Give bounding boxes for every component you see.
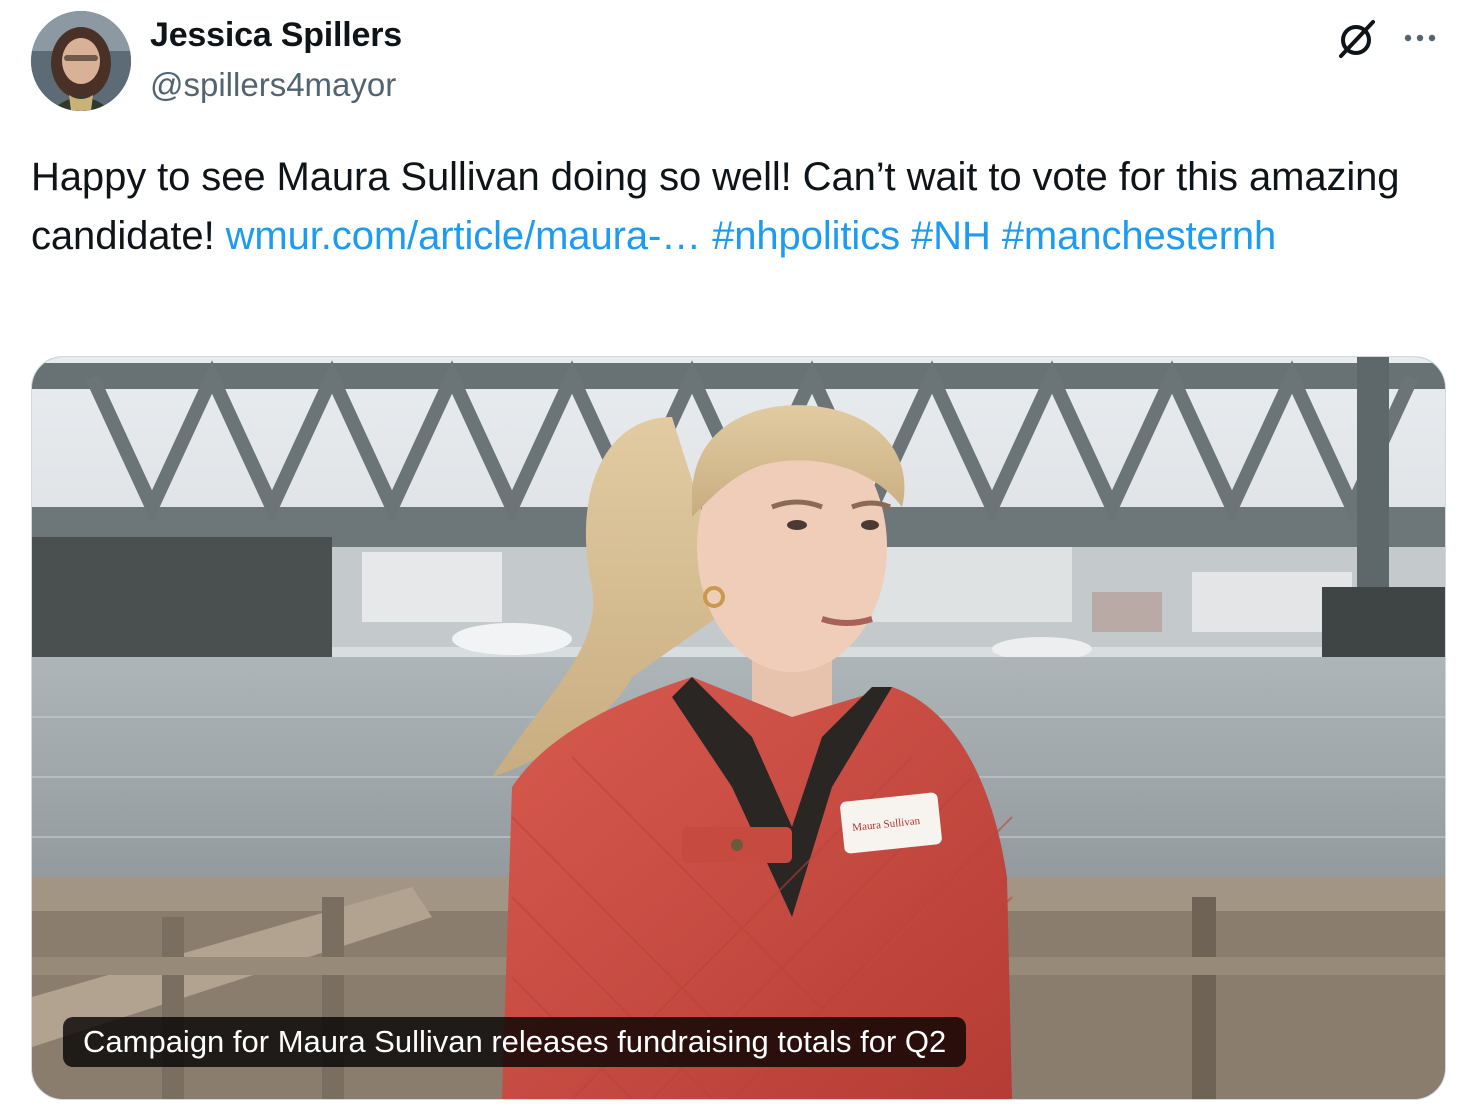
video-thumbnail: Maura Sullivan	[32, 357, 1445, 1099]
hashtag-link[interactable]: #NH	[911, 214, 991, 258]
more-options-icon[interactable]	[1398, 20, 1442, 56]
avatar-portrait	[31, 11, 131, 111]
article-link[interactable]: wmur.com/article/maura-…	[226, 214, 702, 258]
tweet-text-segment	[900, 214, 911, 258]
author-avatar[interactable]	[31, 11, 131, 111]
video-caption: Campaign for Maura Sullivan releases fun…	[63, 1017, 967, 1067]
author-handle[interactable]: @spillers4mayor	[150, 66, 396, 104]
tweet-text-segment	[701, 214, 712, 258]
tweet-text: Happy to see Maura Sullivan doing so wel…	[31, 148, 1431, 266]
hashtag-link[interactable]: #nhpolitics	[712, 214, 900, 258]
hashtag-link[interactable]: #manchesternh	[1002, 214, 1277, 258]
tweet-text-segment	[991, 214, 1002, 258]
video-card[interactable]: Maura Sullivan Campaign for Maura Sulliv…	[31, 356, 1446, 1100]
author-name[interactable]: Jessica Spillers	[150, 16, 402, 55]
campaign-badge: Maura Sullivan	[840, 792, 942, 854]
grok-icon[interactable]	[1335, 17, 1379, 61]
